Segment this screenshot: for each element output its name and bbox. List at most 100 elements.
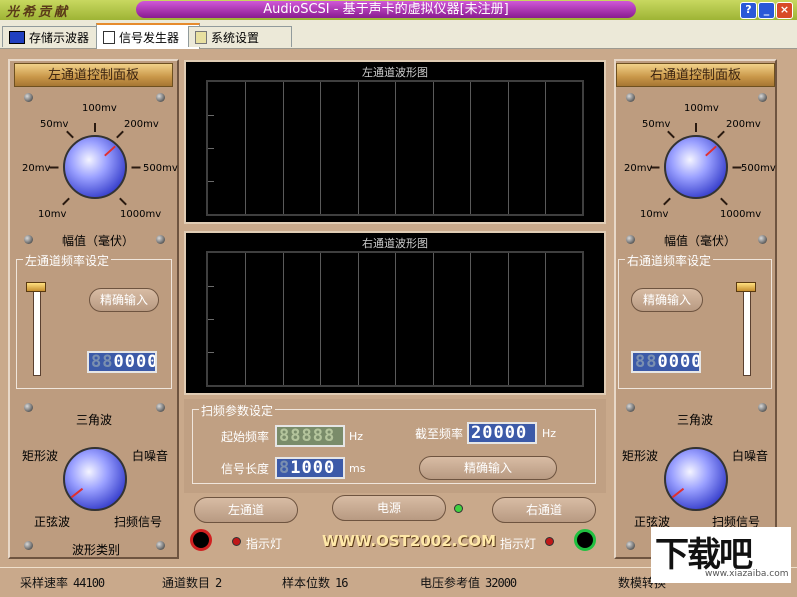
left-freq-slider-thumb[interactable] [26, 282, 46, 292]
grid-mark [208, 115, 214, 116]
knob-tick [663, 197, 671, 206]
wave-label-sine: 正弦波 [34, 515, 71, 529]
amp-label-100mv: 100mv [684, 103, 719, 114]
tab-signal-generator[interactable]: 信号发生器 [96, 23, 200, 49]
status-value: 44100 [73, 576, 105, 590]
power-led [454, 504, 463, 513]
amp-label-20mv: 20mv [624, 163, 653, 174]
tab-bar: 存储示波器 信号发生器 系统设置 [0, 20, 797, 49]
grid-line [320, 82, 321, 214]
status-value: 16 [335, 576, 348, 590]
grid-mark [208, 352, 214, 353]
grid-line [395, 253, 396, 385]
left-indicator-label: 指示灯 [246, 537, 283, 551]
lcd-dim: 88 [91, 352, 114, 372]
left-waveform-knob[interactable] [63, 447, 127, 511]
end-freq-unit: Hz [542, 427, 557, 440]
right-indicator-led [545, 537, 554, 546]
grid-line [433, 82, 434, 214]
status-bits: 样本位数 16 [282, 574, 349, 591]
status-channels: 通道数目 2 [162, 574, 222, 591]
tab-storage-oscilloscope[interactable]: 存储示波器 [2, 26, 108, 47]
signal-length-label: 信号长度 [221, 462, 270, 476]
right-output-jack [574, 529, 596, 551]
right-freq-slider-track[interactable] [743, 290, 751, 376]
grid-line [433, 253, 434, 385]
amp-label-1000mv: 1000mv [720, 209, 762, 220]
wave-label-white-noise: 白噪音 [732, 449, 769, 463]
knob-tick [49, 166, 59, 169]
end-freq-display: 20000 [467, 422, 537, 444]
watermark-logo: 下载吧 www.xiazaiba.com [651, 527, 791, 583]
wave-label-square: 矩形波 [22, 449, 59, 463]
help-button[interactable]: ? [740, 2, 757, 19]
left-indicator-led [232, 537, 241, 546]
right-control-panel: 右通道控制面板 10mv 20mv 50mv 100mv 200mv 500mv… [614, 59, 777, 559]
sweep-group: 扫频参数设定 起始频率 88888 Hz 截至频率 20000 Hz 信号长度 … [192, 402, 596, 484]
screw [24, 403, 33, 412]
grid-line [545, 82, 546, 214]
right-freq-group-title: 右通道频率设定 [625, 252, 714, 269]
grid-mark [208, 286, 214, 287]
right-amplitude-knob[interactable] [664, 135, 728, 199]
lcd-value: 0000 [657, 352, 701, 372]
right-scope-grid [206, 251, 584, 387]
right-indicator-label: 指示灯 [500, 537, 537, 551]
left-control-panel: 左通道控制面板 10mv 20mv 50mv 100mv 200mv 500mv… [8, 59, 179, 559]
lcd-dim: 8 [279, 458, 291, 478]
amp-label-10mv: 10mv [38, 209, 67, 220]
signal-length-display: 81000 [275, 457, 345, 479]
sweep-precise-input-button[interactable]: 精确输入 [419, 456, 557, 480]
amp-label-500mv: 500mv [741, 163, 776, 174]
lcd-value: 1000 [290, 458, 336, 478]
screw [626, 541, 635, 550]
knob-tick [720, 197, 728, 206]
start-freq-display: 88888 [275, 425, 345, 447]
screw [24, 541, 33, 550]
grid-line [283, 82, 284, 214]
left-precise-input-button[interactable]: 精确输入 [89, 288, 159, 312]
right-channel-button[interactable]: 右通道 [492, 497, 596, 523]
wave-label-sweep: 扫频信号 [114, 515, 163, 529]
grid-mark [208, 181, 214, 182]
power-button[interactable]: 电源 [332, 495, 446, 521]
knob-tick [116, 130, 124, 139]
wave-label-triangle: 三角波 [76, 413, 113, 427]
minimize-button[interactable]: _ [758, 2, 775, 19]
screw [626, 235, 635, 244]
amplitude-caption: 幅值（毫伏） [62, 234, 135, 248]
grid-line [470, 253, 471, 385]
website-text: WWW.OST2002.COM [322, 532, 497, 550]
close-button[interactable]: × [776, 2, 793, 19]
lcd-value: 0000 [113, 352, 157, 372]
left-channel-button[interactable]: 左通道 [194, 497, 298, 523]
screw [24, 235, 33, 244]
start-freq-label: 起始频率 [221, 430, 270, 444]
left-freq-slider-track[interactable] [33, 290, 41, 376]
wave-label-triangle: 三角波 [677, 413, 714, 427]
amp-label-10mv: 10mv [640, 209, 669, 220]
main-area: 左通道控制面板 10mv 20mv 50mv 100mv 200mv 500mv… [0, 49, 797, 567]
grid-line [245, 253, 246, 385]
right-freq-slider-thumb[interactable] [736, 282, 756, 292]
sweep-settings-panel: 扫频参数设定 起始频率 88888 Hz 截至频率 20000 Hz 信号长度 … [184, 399, 606, 493]
left-waveform-scope: 左通道波形图 [184, 60, 606, 224]
left-amplitude-knob[interactable] [63, 135, 127, 199]
amp-label-50mv: 50mv [642, 119, 671, 130]
right-panel-header: 右通道控制面板 [616, 63, 775, 87]
grid-line [508, 253, 509, 385]
knob-tick [717, 130, 725, 139]
right-waveform-knob[interactable] [664, 447, 728, 511]
grid-line [283, 253, 284, 385]
amp-label-20mv: 20mv [22, 163, 51, 174]
left-output-jack [190, 529, 212, 551]
title-bar: 光希贡献 AudioSCSI - 基于声卡的虚拟仪器[未注册] ? _ × [0, 0, 797, 20]
status-sample-rate: 采样速率 44100 [20, 574, 105, 591]
end-freq-label: 截至频率 [415, 427, 464, 441]
right-precise-input-button[interactable]: 精确输入 [631, 288, 703, 312]
right-waveform-scope: 右通道波形图 [184, 231, 606, 395]
grid-mark [208, 319, 214, 320]
tab-system-settings[interactable]: 系统设置 [188, 26, 292, 47]
screw [758, 93, 767, 102]
knob-tick [62, 197, 70, 206]
